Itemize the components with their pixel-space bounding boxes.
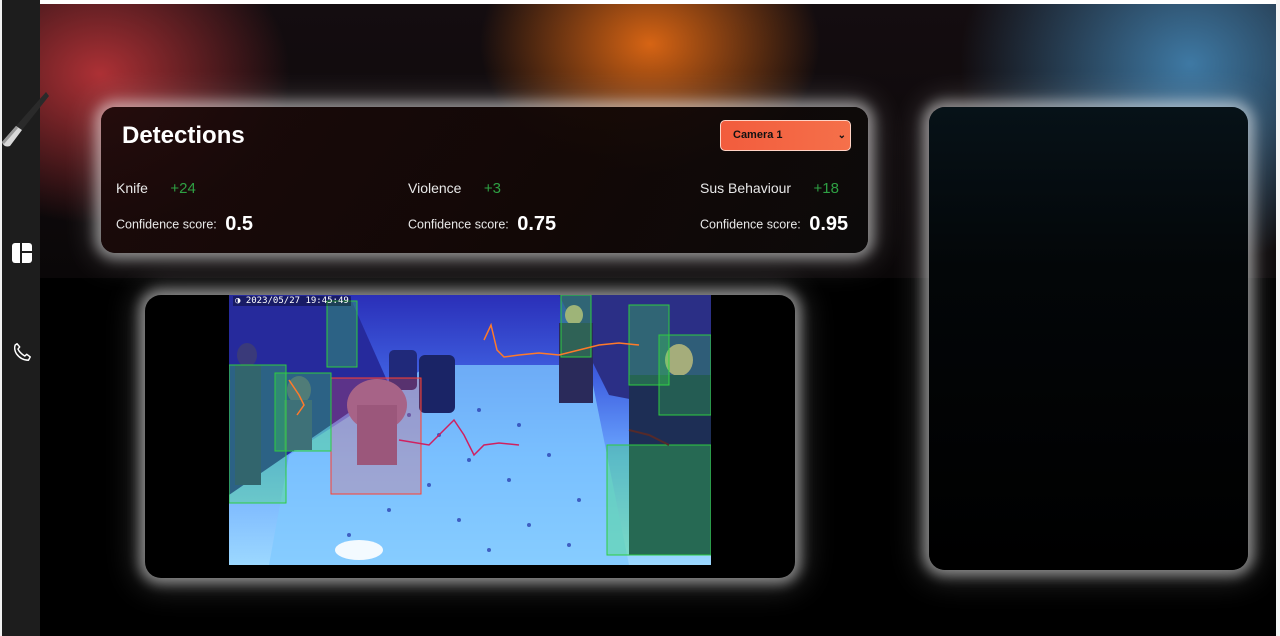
sidebar [0,0,49,636]
dashboard-icon[interactable] [12,243,32,263]
metric-violence: Violence +3 Confidence score: 0.75 [408,180,658,236]
camera-feed[interactable]: ◑ 2023/05/27 19:45:49 [229,295,711,565]
metric-knife: Knife +24 Confidence score: 0.5 [116,180,366,236]
confidence-label: Confidence score: [116,217,217,232]
metric-name: Sus Behaviour [700,180,792,196]
metric-delta: +3 [483,180,502,197]
window-right-border [1276,0,1280,636]
recording-icon: ◑ [235,296,241,306]
confidence-value: 0.75 [517,213,557,235]
detections-card: Detections Camera 1 ⌄ Knife +24 Confiden… [101,107,868,253]
metric-delta: +18 [813,180,839,197]
detections-title: Detections [122,122,245,149]
metric-delta: +24 [170,180,196,197]
confidence-value: 0.95 [809,213,849,235]
chevron-down-icon: ⌄ [837,130,846,141]
camera-select[interactable]: Camera 1 ⌄ [720,120,851,151]
metric-name: Violence [408,180,462,196]
video-card: ◑ 2023/05/27 19:45:49 [145,295,795,578]
confidence-label: Confidence score: [408,217,509,232]
camera-select-value: Camera 1 [733,129,783,141]
feed-timestamp-text: 2023/05/27 19:45:49 [245,296,349,306]
right-panel [929,107,1248,570]
feed-timestamp: ◑ 2023/05/27 19:45:49 [233,296,351,306]
metric-name: Knife [116,180,148,196]
confidence-label: Confidence score: [700,217,801,232]
confidence-value: 0.5 [225,213,254,235]
camera-feed-scene [229,295,711,565]
knife-logo[interactable] [2,90,52,150]
phone-icon[interactable] [11,341,33,363]
metric-sus-behaviour: Sus Behaviour +18 Confidence score: 0.95 [700,180,950,236]
